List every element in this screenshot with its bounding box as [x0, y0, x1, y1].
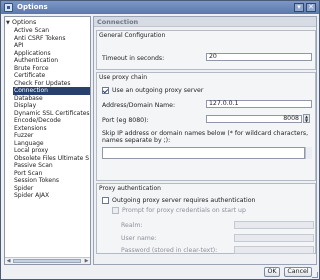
password-label: Password (stored in clear-text):	[121, 247, 218, 254]
prompt-credentials-label: Prompt for proxy credentials on start up	[122, 207, 246, 214]
app-icon	[4, 3, 13, 12]
tree-horizontal-scrollbar[interactable]: ◀ ▶	[5, 257, 90, 264]
password-input[interactable]	[234, 246, 314, 254]
tree-item[interactable]: Passive Scan	[13, 162, 90, 170]
tree-item[interactable]: Anti CSRF Tokens	[13, 35, 90, 43]
tree-item[interactable]: Brute Force	[13, 65, 90, 73]
minimize-button[interactable]: ▾	[294, 3, 304, 12]
realm-input[interactable]	[234, 221, 314, 229]
tree-item[interactable]: Dynamic SSL Certificates	[13, 110, 90, 118]
spinner-down-icon[interactable]: ▼	[304, 118, 309, 123]
requires-auth-label: Outgoing proxy server requires authentic…	[112, 197, 256, 204]
tree-item[interactable]: Obsolete Files Ultimate S	[13, 155, 90, 163]
tree-item[interactable]: Port Scan	[13, 170, 90, 178]
tree-item[interactable]: Display	[13, 102, 90, 110]
resize-grip-icon[interactable]	[312, 272, 318, 278]
timeout-label: Timeout in seconds:	[102, 55, 165, 62]
use-proxy-label: Use an outgoing proxy server	[112, 87, 204, 94]
general-config-title: General Configuration	[99, 32, 166, 39]
skip-names-scrollbar[interactable]	[305, 147, 312, 159]
tree-item[interactable]: Spider	[13, 185, 90, 193]
general-config-group: General Configuration Timeout in seconds…	[96, 30, 316, 70]
tree-item[interactable]: Language	[13, 140, 90, 148]
address-label: Address/Domain Name:	[102, 102, 176, 109]
tree-item[interactable]: Spider AJAX	[13, 192, 90, 200]
tree-item[interactable]: Encode/Decode	[13, 117, 90, 125]
port-input[interactable]: 8008	[206, 115, 302, 123]
timeout-input[interactable]: 20	[206, 53, 312, 61]
tree-item[interactable]: Database	[13, 95, 90, 103]
address-input[interactable]: 127.0.0.1	[206, 100, 312, 108]
tree-root-options[interactable]: ▼ Options	[6, 19, 36, 27]
proxy-auth-title: Proxy authentication	[99, 185, 161, 192]
tree-item[interactable]: Extensions	[13, 125, 90, 133]
skip-names-label: Skip IP address or domain names below (*…	[102, 130, 309, 144]
connection-panel: Connection General Configuration Timeout…	[93, 16, 317, 265]
tree-item[interactable]: Connection	[13, 87, 90, 95]
proxy-auth-group: Proxy authentication Outgoing proxy serv…	[96, 183, 316, 254]
window-title: Options	[17, 3, 48, 11]
close-button[interactable]: ✕	[306, 3, 316, 12]
port-label: Port (eg 8080):	[102, 117, 149, 124]
tree-item[interactable]: Certificate	[13, 72, 90, 80]
ok-button[interactable]: OK	[264, 267, 280, 277]
port-spinner[interactable]: ▲ ▼	[303, 114, 310, 123]
tree-item[interactable]: Check For Updates	[13, 80, 90, 88]
scroll-thumb[interactable]	[13, 259, 81, 263]
options-tree: ▼ Options Active Scan Anti CSRF Tokens API A…	[4, 16, 91, 265]
title-bar[interactable]: Options ▾ ✕	[1, 1, 319, 14]
panel-title: Connection	[94, 17, 316, 27]
requires-auth-checkbox[interactable]	[102, 197, 109, 204]
use-proxy-checkbox[interactable]	[102, 87, 109, 94]
proxy-chain-title: Use proxy chain	[99, 74, 148, 81]
scroll-left-icon[interactable]: ◀	[5, 258, 12, 264]
tree-root-label: Options	[12, 19, 37, 26]
username-input[interactable]	[234, 234, 314, 242]
cancel-button[interactable]: Cancel	[284, 267, 312, 277]
username-label: User name:	[121, 235, 157, 242]
tree-item[interactable]: Local proxy	[13, 147, 90, 155]
tree-item[interactable]: Session Tokens	[13, 177, 90, 185]
skip-names-textarea[interactable]	[102, 147, 305, 159]
tree-items: Active Scan Anti CSRF Tokens API Applicatio…	[13, 27, 90, 200]
proxy-chain-group: Use proxy chain Use an outgoing proxy se…	[96, 72, 316, 181]
tree-item[interactable]: Active Scan	[13, 27, 90, 35]
prompt-credentials-checkbox[interactable]	[112, 207, 119, 214]
tree-item[interactable]: API	[13, 42, 90, 50]
tree-item[interactable]: Applications	[13, 50, 90, 58]
options-window: Options ▾ ✕ ▼ Options Active Scan Anti CSR…	[0, 0, 320, 280]
tree-item[interactable]: Fuzzer	[13, 132, 90, 140]
tree-item[interactable]: Authentication	[13, 57, 90, 65]
realm-label: Realm:	[121, 222, 143, 229]
scroll-right-icon[interactable]: ▶	[83, 258, 90, 264]
